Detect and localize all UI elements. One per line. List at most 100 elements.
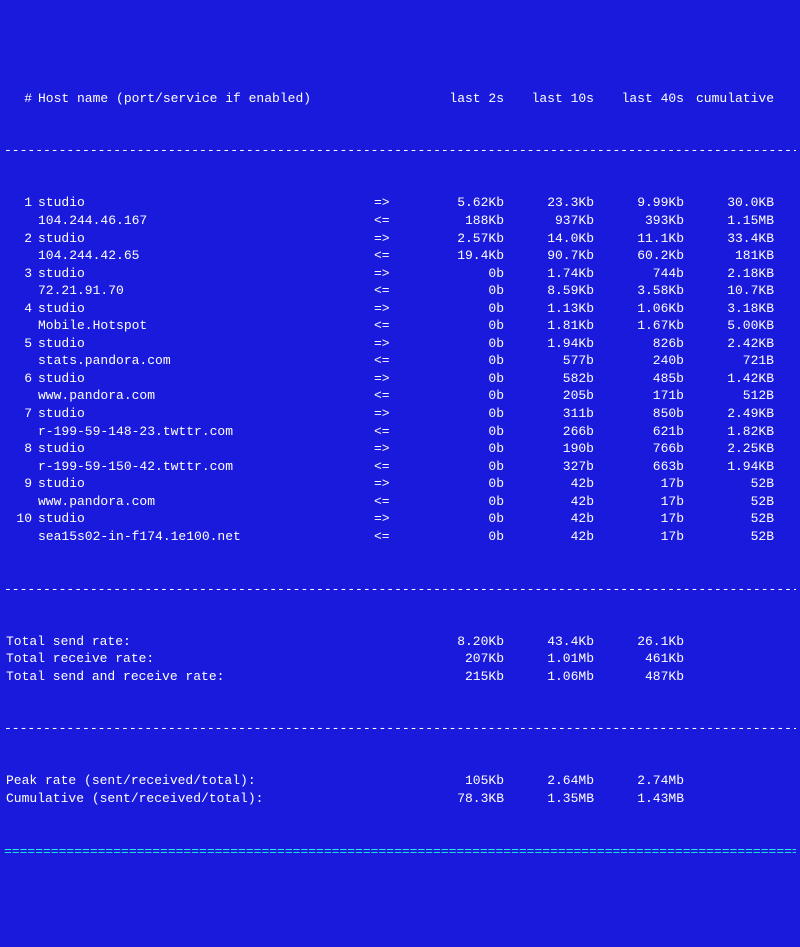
totals-cum [684,650,774,668]
row-index [4,387,38,405]
separator-dash: ----------------------------------------… [4,581,796,598]
header-spacer [374,90,424,108]
totals-block: Total send rate:8.20Kb43.4Kb26.1KbTotal … [4,633,796,686]
totals-row: Cumulative (sent/received/total):78.3KB1… [4,790,796,808]
row-last40s: 850b [594,405,684,423]
totals-spacer [374,772,424,790]
totals-last10s: 1.35MB [504,790,594,808]
row-last40s: 766b [594,440,684,458]
table-row: 104.244.46.167<=188Kb937Kb393Kb1.15MB [4,212,796,230]
row-index [4,528,38,546]
row-index: 3 [4,265,38,283]
row-cum: 1.82KB [684,423,774,441]
row-last2s: 0b [424,352,504,370]
table-row: 4studio=>0b1.13Kb1.06Kb3.18KB [4,300,796,318]
row-last2s: 0b [424,282,504,300]
direction-arrow-icon: => [374,335,424,353]
row-index: 8 [4,440,38,458]
row-last10s: 42b [504,510,594,528]
row-index [4,352,38,370]
totals-row: Total send rate:8.20Kb43.4Kb26.1Kb [4,633,796,651]
row-last2s: 19.4Kb [424,247,504,265]
row-cum: 33.4KB [684,230,774,248]
totals-cum [684,772,774,790]
row-last2s: 0b [424,423,504,441]
header-last40s: last 40s [594,90,684,108]
row-cum: 2.25KB [684,440,774,458]
row-host: Mobile.Hotspot [38,317,374,335]
row-last10s: 190b [504,440,594,458]
row-index: 7 [4,405,38,423]
row-host: stats.pandora.com [38,352,374,370]
totals-last10s: 1.06Mb [504,668,594,686]
summary-block: Peak rate (sent/received/total):105Kb2.6… [4,772,796,807]
direction-arrow-icon: <= [374,528,424,546]
row-last40s: 485b [594,370,684,388]
row-last40s: 1.06Kb [594,300,684,318]
row-cum: 10.7KB [684,282,774,300]
totals-spacer [374,790,424,808]
row-last2s: 0b [424,440,504,458]
row-last2s: 0b [424,458,504,476]
totals-label: Total send rate: [4,633,374,651]
totals-spacer [374,668,424,686]
row-cum: 181KB [684,247,774,265]
row-last40s: 17b [594,493,684,511]
row-host: studio [38,370,374,388]
header-last2s: last 2s [424,90,504,108]
separator-dash: ----------------------------------------… [4,720,796,737]
row-last2s: 0b [424,528,504,546]
row-cum: 2.49KB [684,405,774,423]
row-host: studio [38,265,374,283]
row-last40s: 1.67Kb [594,317,684,335]
row-last2s: 0b [424,387,504,405]
table-row: stats.pandora.com<=0b577b240b721B [4,352,796,370]
direction-arrow-icon: <= [374,352,424,370]
totals-last2s: 105Kb [424,772,504,790]
totals-cum [684,790,774,808]
row-host: studio [38,440,374,458]
row-cum: 52B [684,528,774,546]
row-last40s: 17b [594,475,684,493]
row-last2s: 2.57Kb [424,230,504,248]
row-index: 6 [4,370,38,388]
header-idx: # [4,90,38,108]
row-last10s: 42b [504,475,594,493]
row-host: studio [38,510,374,528]
totals-label: Peak rate (sent/received/total): [4,772,374,790]
totals-last10s: 1.01Mb [504,650,594,668]
row-last2s: 0b [424,493,504,511]
direction-arrow-icon: <= [374,493,424,511]
row-last10s: 23.3Kb [504,194,594,212]
totals-last2s: 207Kb [424,650,504,668]
table-row: 5studio=>0b1.94Kb826b2.42KB [4,335,796,353]
direction-arrow-icon: => [374,230,424,248]
row-last40s: 240b [594,352,684,370]
row-host: 72.21.91.70 [38,282,374,300]
separator-double: ========================================… [4,843,796,860]
direction-arrow-icon: => [374,370,424,388]
row-last10s: 1.74Kb [504,265,594,283]
direction-arrow-icon: <= [374,387,424,405]
row-cum: 30.0KB [684,194,774,212]
row-index [4,212,38,230]
row-host: 104.244.42.65 [38,247,374,265]
table-row: www.pandora.com<=0b42b17b52B [4,493,796,511]
separator-dash: ----------------------------------------… [4,142,796,159]
table-row: 10studio=>0b42b17b52B [4,510,796,528]
totals-last40s: 26.1Kb [594,633,684,651]
row-last40s: 663b [594,458,684,476]
row-index [4,247,38,265]
row-last40s: 9.99Kb [594,194,684,212]
direction-arrow-icon: <= [374,247,424,265]
totals-last2s: 78.3KB [424,790,504,808]
row-last40s: 621b [594,423,684,441]
row-last40s: 744b [594,265,684,283]
table-row: 9studio=>0b42b17b52B [4,475,796,493]
row-last10s: 1.13Kb [504,300,594,318]
direction-arrow-icon: <= [374,317,424,335]
row-index: 9 [4,475,38,493]
row-index [4,317,38,335]
row-last2s: 0b [424,475,504,493]
table-row: 6studio=>0b582b485b1.42KB [4,370,796,388]
